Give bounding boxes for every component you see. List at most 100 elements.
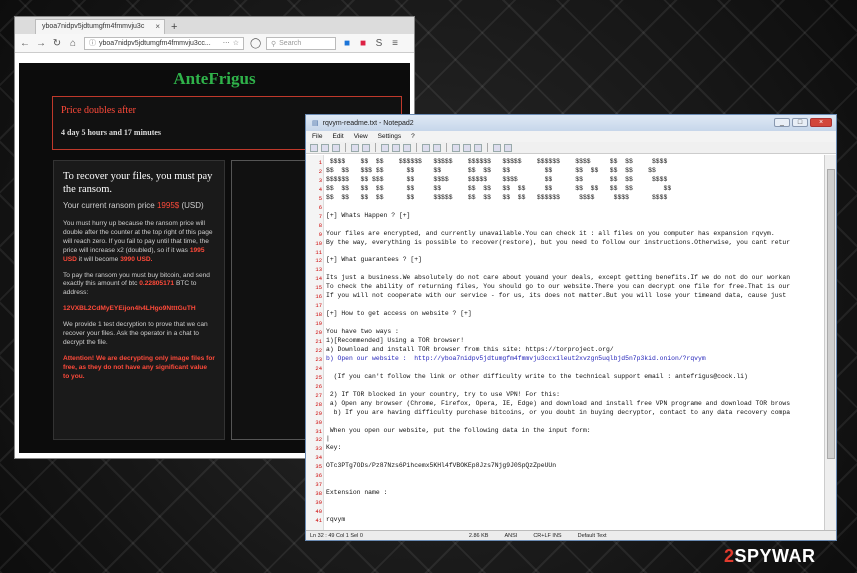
save-icon[interactable] — [332, 143, 340, 152]
text-line: To check the ability of returning files,… — [326, 283, 791, 291]
line-number-gutter: 1 2 3 4 5 6 7 8 9 10 11 12 13 14 15 16 17 18 19 20 21 22 23 24 2… — [306, 155, 324, 532]
info-icon[interactable]: ⓘ — [89, 38, 96, 48]
zoom-in-icon[interactable] — [463, 143, 471, 152]
scrollbar-thumb[interactable] — [827, 169, 835, 459]
open-file-icon[interactable] — [321, 143, 329, 152]
search-input[interactable]: ⚲ Search — [266, 36, 336, 50]
line-number: 20 — [315, 329, 322, 337]
extension-icon[interactable]: ■ — [342, 38, 352, 49]
text-line: Key: — [326, 444, 342, 452]
menu-icon[interactable]: ≡ — [390, 38, 400, 49]
close-icon[interactable]: × — [810, 118, 832, 127]
close-tab-icon[interactable]: × — [155, 22, 160, 31]
line-number: 28 — [315, 400, 322, 408]
notepad-icon: ▤ — [312, 120, 319, 127]
text-line: $$$$ $$ $$ $$$$$$ $$$$$ $$$$$$ $$$$$ $$$… — [326, 158, 668, 165]
text-line: a) Download and install TOR browser from… — [326, 345, 614, 353]
search-placeholder: Search — [279, 39, 302, 47]
toolbar-separator — [446, 143, 447, 152]
toolbar-separator — [375, 143, 376, 152]
text-line: Its just a business.We absolutely do not… — [326, 274, 791, 282]
menu-edit[interactable]: Edit — [332, 133, 343, 140]
line-number: 24 — [315, 364, 322, 372]
menu-bar: File Edit View Settings ? — [306, 131, 836, 142]
line-number: 4 — [318, 185, 322, 193]
find-icon[interactable] — [422, 143, 430, 152]
status-eol: CR+LF INS — [533, 532, 562, 539]
btc-address[interactable]: 12VXBL2CdMyEYEijon4h4LHgo9NtttGuTH — [63, 305, 215, 314]
menu-view[interactable]: View — [354, 133, 368, 140]
home-icon[interactable]: ⌂ — [68, 38, 78, 49]
watermark-number: 2 — [724, 546, 735, 566]
text-line: (If you can't follow the link or other d… — [326, 372, 748, 380]
text-line: | — [326, 435, 330, 443]
pay-paragraph: To pay the ransom you must buy bitcoin, … — [63, 272, 215, 299]
minimize-icon[interactable]: _ — [774, 118, 790, 127]
extension-icon[interactable]: ■ — [358, 38, 368, 49]
tab-title: yboa7nidpv5jdtumgfm4fmmvju3c — [42, 23, 145, 30]
text-line: a) Open any browser (Chrome, Firefox, Op… — [326, 399, 791, 407]
text-line: Extension name : — [326, 489, 388, 497]
line-number: 19 — [315, 320, 322, 328]
new-file-icon[interactable] — [310, 143, 318, 152]
new-tab-icon[interactable]: + — [171, 21, 177, 33]
line-number: 37 — [315, 481, 322, 489]
line-number: 2 — [318, 167, 322, 175]
text-line: b) Open our website : http://yboa7nidpv5… — [326, 354, 706, 362]
line-number: 39 — [315, 499, 322, 507]
menu-settings[interactable]: Settings — [378, 133, 402, 140]
line-number: 1 — [318, 159, 322, 166]
undo-icon[interactable] — [351, 143, 359, 152]
shield-icon[interactable]: ◯ — [250, 38, 261, 49]
forward-arrow-icon[interactable]: → — [36, 38, 46, 49]
line-number: 26 — [315, 382, 322, 390]
menu-file[interactable]: File — [312, 133, 322, 140]
window-title: rqvym-readme.txt - Notepad2 — [322, 119, 414, 127]
more-icon[interactable]: ⋯ — [223, 39, 230, 47]
browser-tab[interactable]: yboa7nidpv5jdtumgfm4fmmvju3c × — [35, 19, 165, 34]
text-line: $$ $$ $$ $$ $$ $$ $$ $$ $$ $$ $$ $$ $$ $… — [326, 184, 672, 192]
attention-paragraph: Attention! We are decrypting only image … — [63, 354, 215, 380]
text-line: If you will not cooperate with our servi… — [326, 292, 787, 300]
menu-help[interactable]: ? — [411, 133, 415, 140]
text-line: [+] How to get access on website ? [+] — [326, 310, 472, 318]
warning-price-2: 3990 USD. — [120, 255, 153, 263]
cut-icon[interactable] — [381, 143, 389, 152]
watermark-logo: 2SPYWAR — [724, 546, 816, 567]
btc-amount: 0.22805171 — [139, 280, 175, 288]
text-line: $$$$$$ $$ $$$ $$ $$$$ $$$$$ $$$$ $$ $$ $… — [326, 175, 668, 183]
text-line: Your files are encrypted, and currently … — [326, 229, 775, 237]
current-price-value: 1995$ — [156, 201, 180, 211]
text-area[interactable]: 1 2 3 4 5 6 7 8 9 10 11 12 13 14 15 16 17 18 19 20 21 22 23 24 2… — [306, 155, 826, 532]
line-number: 29 — [315, 409, 322, 417]
text-line: $$ $$ $$$ $$ $$ $$ $$ $$ $$ $$ $$ $$ $$ … — [326, 166, 656, 174]
redo-icon[interactable] — [362, 143, 370, 152]
line-number: 38 — [315, 490, 322, 498]
text-line: 1)[Recommended] Using a TOR browser! — [326, 337, 465, 344]
ransom-heading: To recover your files, you must pay the … — [63, 171, 213, 196]
current-price-label: Your current ransom price — [63, 201, 155, 211]
status-encoding: ANSI — [504, 532, 518, 539]
copy-icon[interactable] — [392, 143, 400, 152]
maximize-icon[interactable]: □ — [792, 118, 808, 127]
warning-paragraph: You must hurry up because the ransom pri… — [63, 220, 215, 264]
page-title: AnteFrigus — [173, 69, 256, 88]
vertical-scrollbar[interactable] — [824, 155, 836, 532]
replace-icon[interactable] — [433, 143, 441, 152]
bookmark-icon[interactable]: ☆ — [233, 39, 239, 47]
back-arrow-icon[interactable]: ← — [20, 38, 30, 49]
window-controls: _ □ × — [774, 118, 832, 127]
text-line: rqvym — [326, 516, 346, 523]
url-text: yboa7nidpv5jdtumgfm4fmmvju3cc... — [99, 39, 211, 47]
font-icon[interactable] — [504, 143, 512, 152]
line-number: 31 — [315, 427, 322, 435]
line-number: 5 — [318, 194, 322, 202]
paste-icon[interactable] — [403, 143, 411, 152]
scheme-icon[interactable] — [493, 143, 501, 152]
zoom-out-icon[interactable] — [474, 143, 482, 152]
line-number: 13 — [315, 266, 322, 274]
reload-icon[interactable]: ↻ — [52, 38, 62, 49]
sync-icon[interactable]: S — [374, 38, 384, 49]
wrap-icon[interactable] — [452, 143, 460, 152]
url-bar[interactable]: ⓘ yboa7nidpv5jdtumgfm4fmmvju3cc... ⋯ ☆ — [84, 36, 244, 50]
